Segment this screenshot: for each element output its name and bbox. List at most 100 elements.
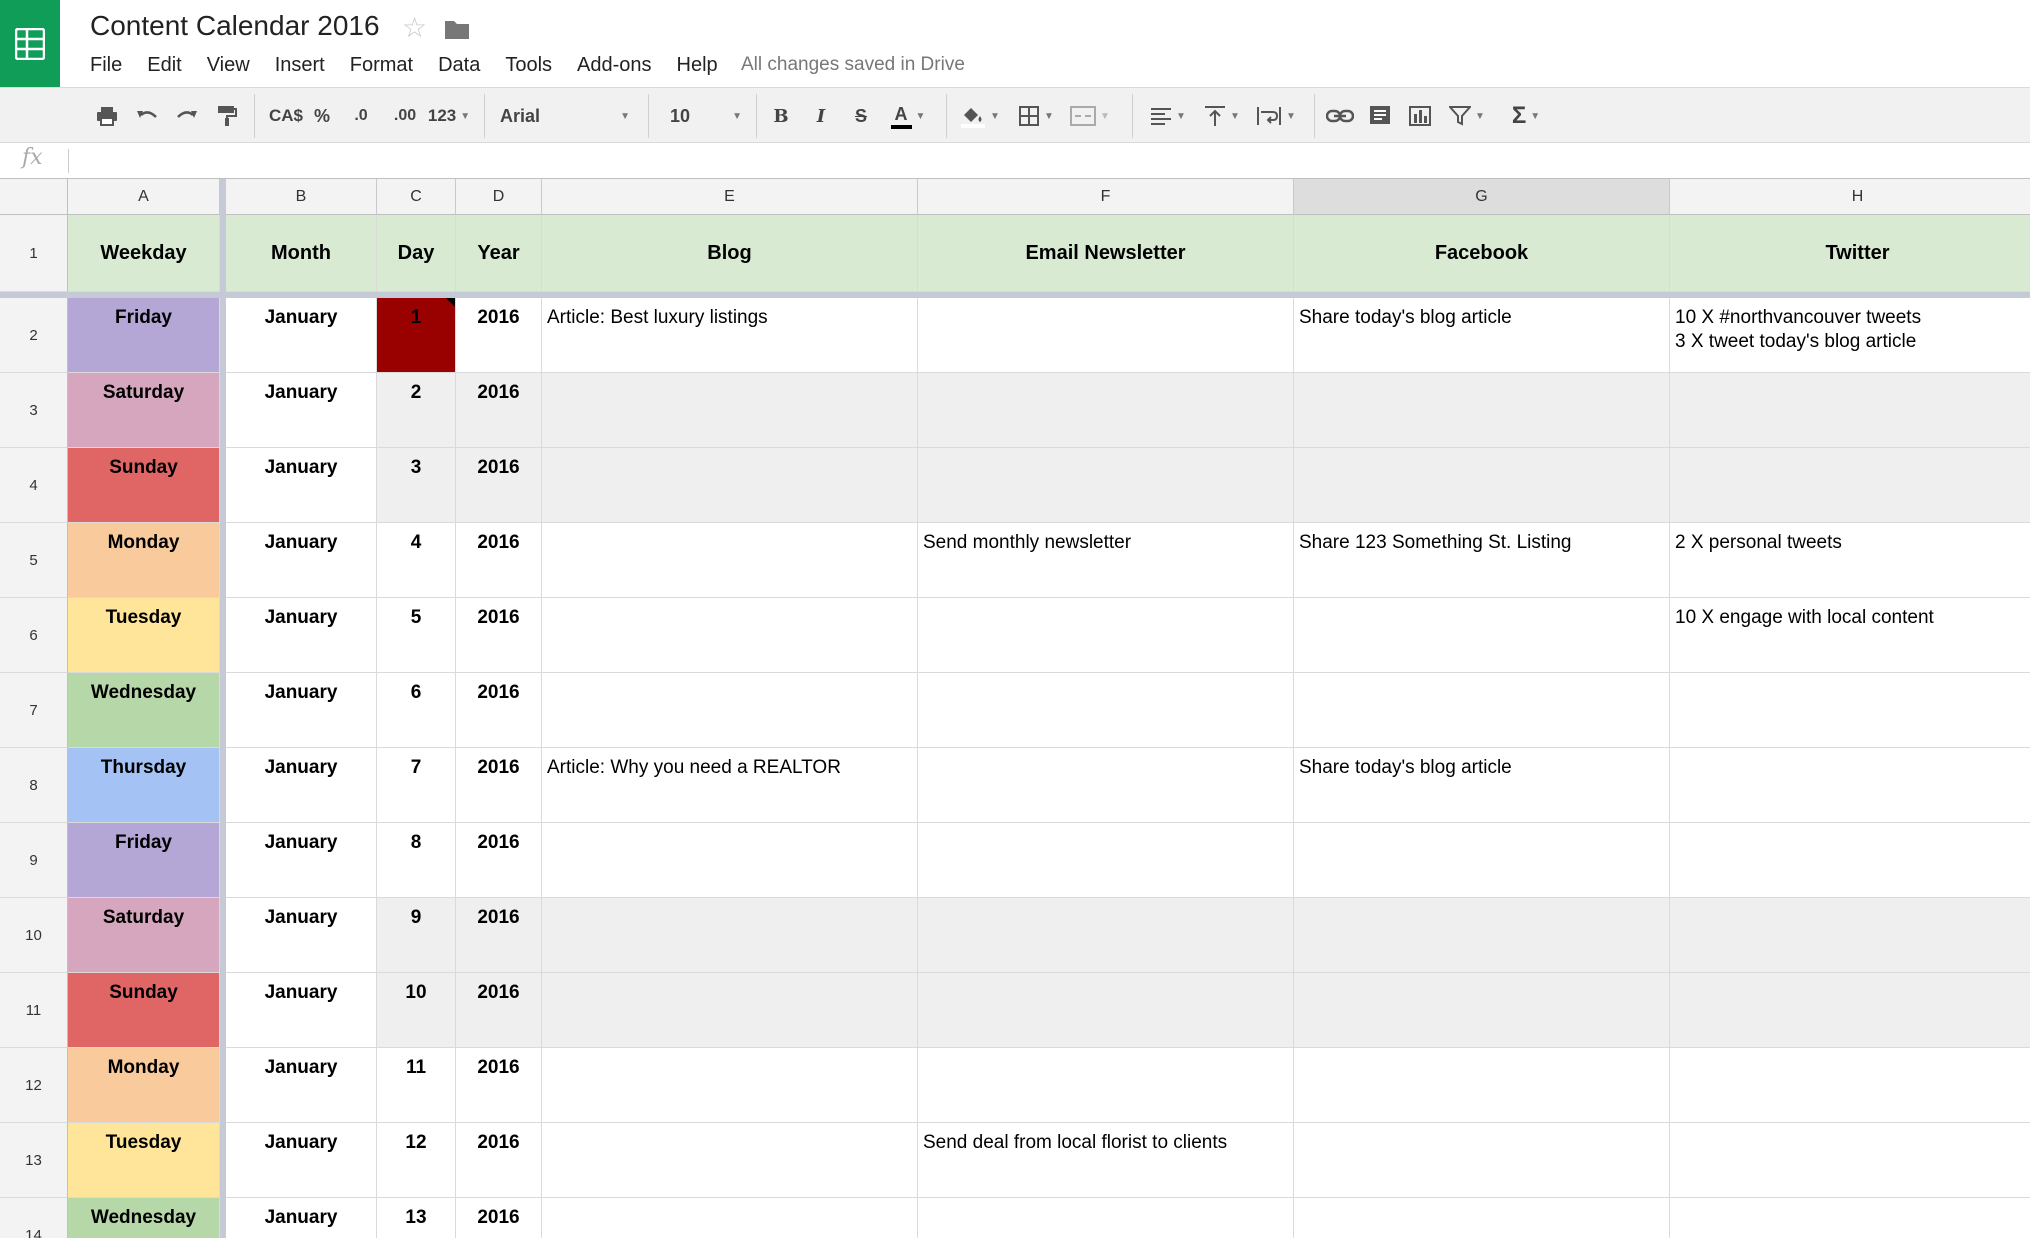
row-header[interactable]: 2	[0, 298, 68, 373]
blog-cell[interactable]	[542, 973, 918, 1048]
text-wrap-button[interactable]: ▼	[1252, 102, 1300, 130]
email-newsletter-cell[interactable]	[918, 898, 1294, 973]
row-header[interactable]: 3	[0, 373, 68, 448]
row-header[interactable]: 12	[0, 1048, 68, 1123]
italic-button[interactable]: I	[808, 102, 834, 130]
year-cell[interactable]: 2016	[456, 673, 542, 748]
twitter-cell[interactable]	[1670, 823, 2030, 898]
month-cell[interactable]: January	[226, 898, 377, 973]
email-newsletter-cell[interactable]	[918, 1198, 1294, 1238]
facebook-cell[interactable]	[1294, 673, 1670, 748]
row-header[interactable]: 9	[0, 823, 68, 898]
day-cell[interactable]: 12	[377, 1123, 456, 1198]
facebook-cell[interactable]: Share today's blog article	[1294, 298, 1670, 373]
row-header[interactable]: 4	[0, 448, 68, 523]
redo-icon[interactable]	[172, 102, 202, 130]
weekday-cell[interactable]: Saturday	[68, 898, 220, 973]
functions-button[interactable]: Σ ▼	[1500, 102, 1552, 130]
star-icon[interactable]: ☆	[402, 13, 427, 43]
email-newsletter-cell[interactable]	[918, 1048, 1294, 1123]
more-formats-button[interactable]: 123 ▼	[422, 102, 476, 130]
email-newsletter-cell[interactable]	[918, 448, 1294, 523]
horizontal-align-button[interactable]: ▼	[1144, 102, 1192, 130]
menu-help[interactable]: Help	[677, 52, 718, 78]
facebook-cell[interactable]	[1294, 973, 1670, 1048]
month-cell[interactable]: January	[226, 448, 377, 523]
font-size-select[interactable]: 10 ▼	[670, 102, 742, 130]
day-cell[interactable]: 3	[377, 448, 456, 523]
year-cell[interactable]: 2016	[456, 523, 542, 598]
weekday-cell[interactable]: Wednesday	[68, 1198, 220, 1238]
day-cell[interactable]: 5	[377, 598, 456, 673]
row-header[interactable]: 14	[0, 1198, 68, 1238]
twitter-cell[interactable]: 10 X engage with local content	[1670, 598, 2030, 673]
header-cell-twitter[interactable]: Twitter	[1670, 215, 2030, 292]
vertical-align-button[interactable]: ▼	[1198, 102, 1246, 130]
weekday-cell[interactable]: Monday	[68, 523, 220, 598]
twitter-cell[interactable]	[1670, 373, 2030, 448]
save-status[interactable]: All changes saved in Drive	[741, 52, 965, 78]
menu-add-ons[interactable]: Add-ons	[577, 52, 652, 78]
document-title[interactable]: Content Calendar 2016	[90, 10, 380, 42]
blog-cell[interactable]	[542, 1048, 918, 1123]
email-newsletter-cell[interactable]: Send monthly newsletter	[918, 523, 1294, 598]
text-color-button[interactable]: A ▼	[884, 102, 932, 130]
year-cell[interactable]: 2016	[456, 448, 542, 523]
email-newsletter-cell[interactable]	[918, 973, 1294, 1048]
facebook-cell[interactable]	[1294, 1123, 1670, 1198]
insert-chart-icon[interactable]	[1404, 102, 1436, 130]
email-newsletter-cell[interactable]	[918, 298, 1294, 373]
blog-cell[interactable]	[542, 823, 918, 898]
day-cell[interactable]: 10	[377, 973, 456, 1048]
blog-cell[interactable]	[542, 1123, 918, 1198]
header-cell-email[interactable]: Email Newsletter	[918, 215, 1294, 292]
column-header-c[interactable]: C	[377, 179, 456, 215]
insert-link-icon[interactable]	[1324, 102, 1356, 130]
menu-format[interactable]: Format	[350, 52, 413, 78]
column-header-a[interactable]: A	[68, 179, 220, 215]
email-newsletter-cell[interactable]	[918, 748, 1294, 823]
year-cell[interactable]: 2016	[456, 1123, 542, 1198]
year-cell[interactable]: 2016	[456, 298, 542, 373]
day-cell[interactable]: 1	[377, 298, 456, 373]
year-cell[interactable]: 2016	[456, 898, 542, 973]
weekday-cell[interactable]: Sunday	[68, 973, 220, 1048]
month-cell[interactable]: January	[226, 598, 377, 673]
blog-cell[interactable]	[542, 598, 918, 673]
weekday-cell[interactable]: Friday	[68, 823, 220, 898]
header-cell-month[interactable]: Month	[226, 215, 377, 292]
day-cell[interactable]: 9	[377, 898, 456, 973]
year-cell[interactable]: 2016	[456, 1048, 542, 1123]
month-cell[interactable]: January	[226, 298, 377, 373]
select-all-corner[interactable]	[0, 179, 68, 215]
bold-button[interactable]: B	[768, 102, 794, 130]
weekday-cell[interactable]: Thursday	[68, 748, 220, 823]
twitter-cell[interactable]	[1670, 973, 2030, 1048]
month-cell[interactable]: January	[226, 823, 377, 898]
twitter-cell[interactable]: 2 X personal tweets	[1670, 523, 2030, 598]
row-header[interactable]: 6	[0, 598, 68, 673]
header-cell-blog[interactable]: Blog	[542, 215, 918, 292]
menu-file[interactable]: File	[90, 52, 122, 78]
month-cell[interactable]: January	[226, 523, 377, 598]
menu-tools[interactable]: Tools	[505, 52, 552, 78]
facebook-cell[interactable]	[1294, 823, 1670, 898]
folder-icon[interactable]	[444, 18, 470, 45]
year-cell[interactable]: 2016	[456, 1198, 542, 1238]
increase-decimals-button[interactable]: .00	[386, 102, 424, 130]
column-header-e[interactable]: E	[542, 179, 918, 215]
year-cell[interactable]: 2016	[456, 823, 542, 898]
year-cell[interactable]: 2016	[456, 598, 542, 673]
row-header[interactable]: 8	[0, 748, 68, 823]
borders-button[interactable]: ▼	[1012, 102, 1060, 130]
email-newsletter-cell[interactable]: Send deal from local florist to clients	[918, 1123, 1294, 1198]
weekday-cell[interactable]: Sunday	[68, 448, 220, 523]
twitter-cell[interactable]	[1670, 1123, 2030, 1198]
menu-data[interactable]: Data	[438, 52, 480, 78]
paint-format-icon[interactable]	[212, 102, 242, 130]
blog-cell[interactable]	[542, 373, 918, 448]
column-header-b[interactable]: B	[226, 179, 377, 215]
month-cell[interactable]: January	[226, 673, 377, 748]
column-header-h[interactable]: H	[1670, 179, 2030, 215]
facebook-cell[interactable]	[1294, 448, 1670, 523]
